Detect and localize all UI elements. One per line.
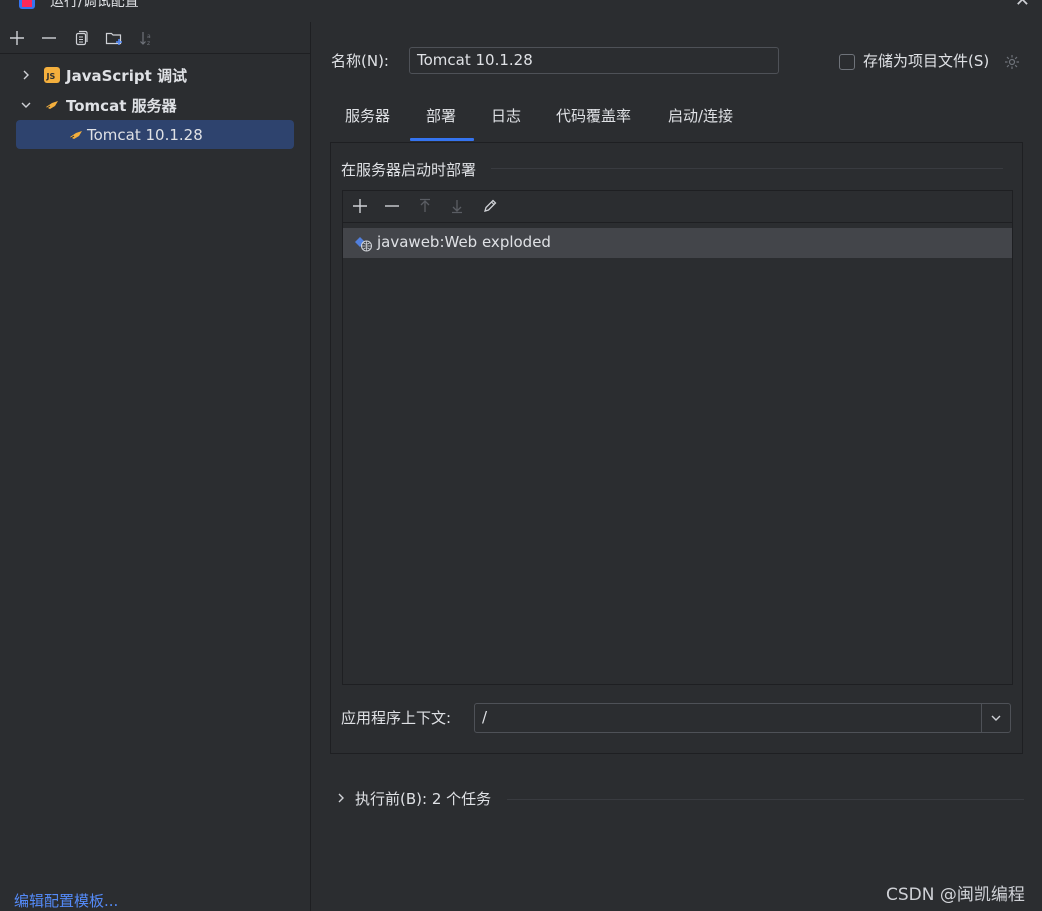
tomcat-icon <box>70 131 82 139</box>
watermark: CSDN @闽凯编程 <box>886 885 1025 905</box>
remove-icon[interactable] <box>381 195 403 217</box>
tree-item-label: Tomcat 10.1.28 <box>87 126 203 144</box>
tab-deployment[interactable]: 部署 <box>426 102 456 140</box>
active-tab-indicator <box>410 138 474 141</box>
copy-icon[interactable] <box>70 27 92 49</box>
tab-logs[interactable]: 日志 <box>491 102 521 140</box>
chevron-down-icon[interactable] <box>18 97 34 113</box>
tree-item-tomcat-10[interactable]: Tomcat 10.1.28 <box>0 121 310 149</box>
artifact-label: javaweb:Web exploded <box>377 233 551 251</box>
chevron-right-icon[interactable] <box>18 67 34 83</box>
section-divider <box>491 168 1003 169</box>
configuration-editor: 名称(N): Tomcat 10.1.28 存储为项目文件(S) 服务器 部署 … <box>311 22 1042 911</box>
tree-item-label: JavaScript 调试 <box>66 66 187 85</box>
svg-text:z: z <box>147 40 150 46</box>
list-item[interactable]: javaweb:Web exploded <box>343 228 1012 258</box>
svg-text:a: a <box>147 33 151 40</box>
configuration-sidebar: az JS JavaScript 调试 Tomcat 服务器 Tomcat 10… <box>0 22 311 911</box>
application-context-value[interactable]: / <box>482 708 487 726</box>
tab-code-coverage[interactable]: 代码覆盖率 <box>556 102 631 140</box>
sidebar-toolbar: az <box>0 22 310 54</box>
application-context-label: 应用程序上下文: <box>341 709 452 727</box>
new-folder-icon[interactable] <box>104 27 126 49</box>
artifact-list-toolbar <box>343 191 1012 223</box>
add-icon[interactable] <box>349 195 371 217</box>
before-launch-divider <box>507 799 1024 800</box>
section-title: 在服务器启动时部署 <box>341 161 477 179</box>
add-icon[interactable] <box>6 27 28 49</box>
edit-templates-link[interactable]: 编辑配置模板... <box>14 890 118 911</box>
sort-icon[interactable]: az <box>136 27 158 49</box>
name-label: 名称(N): <box>331 52 389 70</box>
before-launch-toggle[interactable]: 执行前(B): 2 个任务 <box>355 788 491 809</box>
tree-item-javascript-debug[interactable]: JS JavaScript 调试 <box>0 61 310 89</box>
gear-icon[interactable] <box>1003 53 1021 71</box>
edit-icon[interactable] <box>479 195 501 217</box>
tomcat-icon <box>46 101 58 109</box>
close-icon[interactable]: ✕ <box>1015 0 1030 11</box>
chevron-down-icon[interactable] <box>981 704 1010 732</box>
tree-item-tomcat-server[interactable]: Tomcat 服务器 <box>0 91 310 119</box>
window-title: 运行/调试配置 <box>50 0 139 10</box>
artifact-list: javaweb:Web exploded <box>342 190 1013 685</box>
store-as-project-file-checkbox[interactable] <box>839 54 855 70</box>
chevron-right-icon[interactable] <box>333 790 349 806</box>
deployment-panel: 在服务器启动时部署 javaweb:Web exploded 应用程序上下文: … <box>330 142 1023 754</box>
app-icon <box>19 0 35 9</box>
application-context-combo[interactable]: / <box>474 703 1011 733</box>
title-bar: 运行/调试配置 ✕ <box>0 0 1042 22</box>
web-artifact-icon <box>355 237 373 252</box>
tab-startup-connection[interactable]: 启动/连接 <box>668 102 733 140</box>
store-as-project-file-label[interactable]: 存储为项目文件(S) <box>863 50 989 71</box>
move-up-icon[interactable] <box>414 195 436 217</box>
move-down-icon[interactable] <box>446 195 468 217</box>
javascript-debug-icon: JS <box>44 67 60 83</box>
remove-icon[interactable] <box>38 27 60 49</box>
name-input[interactable]: Tomcat 10.1.28 <box>409 47 779 74</box>
tree-item-label: Tomcat 服务器 <box>66 96 177 115</box>
tab-server[interactable]: 服务器 <box>345 102 390 140</box>
svg-text:JS: JS <box>46 72 56 81</box>
